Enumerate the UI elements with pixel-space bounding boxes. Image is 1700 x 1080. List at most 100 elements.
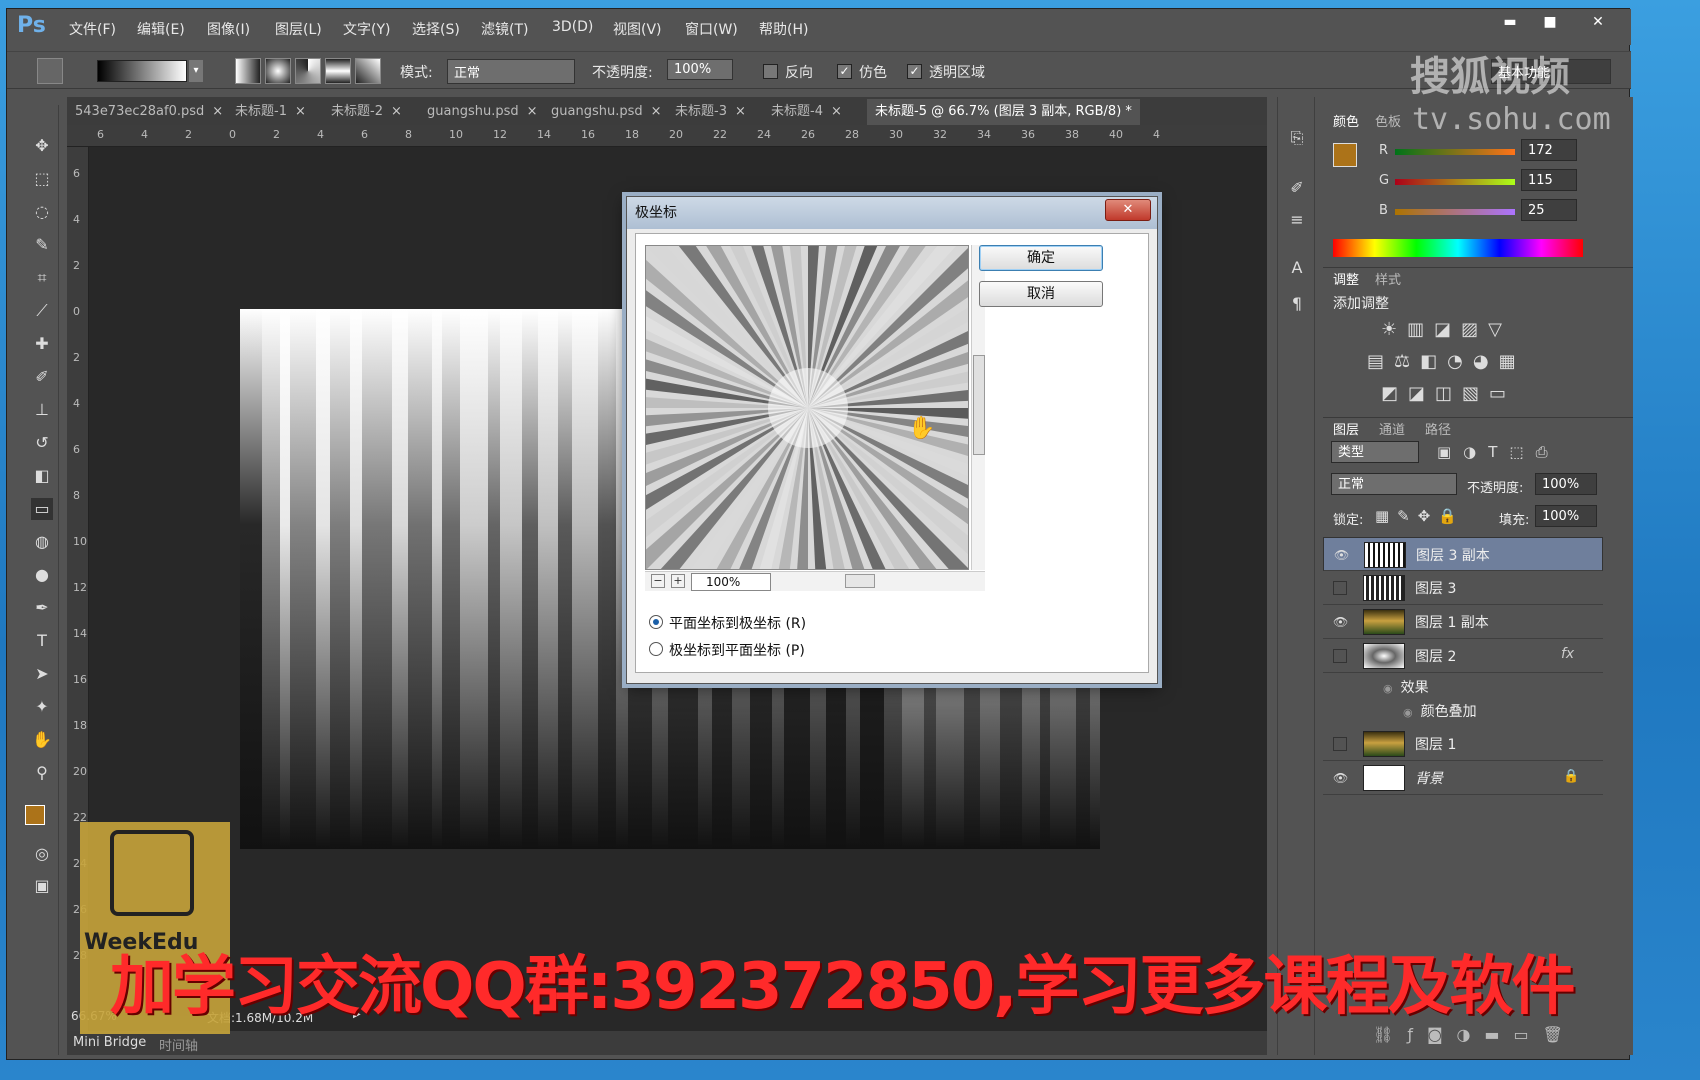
close-icon[interactable]: × xyxy=(212,104,223,119)
menu-select[interactable]: 选择(S) xyxy=(412,19,460,39)
lasso-tool-icon[interactable]: ◌ xyxy=(31,201,53,223)
hidden-visibility-box[interactable] xyxy=(1333,649,1347,663)
g-slider[interactable] xyxy=(1395,179,1515,185)
foreground-color-swatch[interactable] xyxy=(25,805,45,825)
close-icon[interactable]: × xyxy=(295,104,306,119)
eye-icon[interactable]: 👁 xyxy=(1333,615,1349,629)
hidden-visibility-box[interactable] xyxy=(1333,581,1347,595)
minimize-button[interactable]: ▬ xyxy=(1491,11,1529,33)
layer-opacity-field[interactable]: 100% xyxy=(1535,473,1597,495)
b-slider[interactable] xyxy=(1395,209,1515,215)
menu-file[interactable]: 文件(F) xyxy=(69,19,116,39)
layer-row[interactable]: 👁 背景 🔒 xyxy=(1323,761,1603,795)
menu-help[interactable]: 帮助(H) xyxy=(759,19,808,39)
blur-tool-icon[interactable]: ◍ xyxy=(31,531,53,553)
close-icon[interactable]: × xyxy=(527,104,538,119)
transparency-checkbox[interactable]: ✓ xyxy=(907,64,922,79)
screen-mode-icon[interactable]: ▣ xyxy=(31,875,53,897)
adjustment-icons-row2[interactable]: ▤⚖◧◔◕▦ xyxy=(1367,351,1526,372)
fx-badge[interactable]: fx xyxy=(1561,646,1574,662)
menu-filter[interactable]: 滤镜(T) xyxy=(481,19,528,39)
close-icon[interactable]: × xyxy=(735,104,746,119)
zoom-in-button[interactable]: + xyxy=(671,574,685,588)
close-icon[interactable]: × xyxy=(391,104,402,119)
color-spectrum-bar[interactable] xyxy=(1333,239,1583,257)
gradient-dropdown-icon[interactable]: ▾ xyxy=(189,60,203,82)
stamp-tool-icon[interactable]: ⊥ xyxy=(31,399,53,421)
linear-gradient-icon[interactable] xyxy=(235,58,261,84)
scrollbar-thumb[interactable] xyxy=(973,355,985,455)
fill-field[interactable]: 100% xyxy=(1535,505,1597,527)
tab-channels[interactable]: 通道 xyxy=(1379,419,1405,438)
paragraph-panel-icon[interactable]: ¶ xyxy=(1286,293,1308,315)
tab-adjustments[interactable]: 调整 xyxy=(1333,269,1359,288)
menu-window[interactable]: 窗口(W) xyxy=(685,19,738,39)
eraser-tool-icon[interactable]: ◧ xyxy=(31,465,53,487)
adjustment-icons-row3[interactable]: ◩◪◫▧▭ xyxy=(1381,383,1516,404)
quick-select-tool-icon[interactable]: ✎ xyxy=(31,234,53,256)
crop-tool-icon[interactable]: ⌗ xyxy=(31,267,53,289)
tab-swatches[interactable]: 色板 xyxy=(1375,111,1401,130)
r-slider[interactable] xyxy=(1395,149,1515,155)
hand-tool-icon[interactable]: ✋ xyxy=(31,729,53,751)
tab-doc-2[interactable]: 未标题-1 × xyxy=(235,99,306,125)
diamond-gradient-icon[interactable] xyxy=(355,58,381,84)
quick-mask-icon[interactable]: ◎ xyxy=(31,843,53,865)
cancel-button[interactable]: 取消 xyxy=(979,281,1103,307)
dither-checkbox[interactable]: ✓ xyxy=(837,64,852,79)
g-field[interactable]: 115 xyxy=(1521,169,1577,191)
reverse-checkbox[interactable] xyxy=(763,64,778,79)
hidden-visibility-box[interactable] xyxy=(1333,737,1347,751)
maximize-button[interactable]: ■ xyxy=(1531,11,1569,33)
h-scrollbar-thumb[interactable] xyxy=(845,574,875,588)
menu-image[interactable]: 图像(I) xyxy=(207,19,250,39)
filter-preview[interactable]: ✋ xyxy=(645,245,969,570)
gradient-preview[interactable] xyxy=(97,60,187,82)
menu-layer[interactable]: 图层(L) xyxy=(275,19,322,39)
move-tool-icon[interactable]: ✥ xyxy=(31,135,53,157)
close-icon[interactable]: × xyxy=(651,104,662,119)
layer-row[interactable]: 图层 1 xyxy=(1323,727,1603,761)
shape-tool-icon[interactable]: ✦ xyxy=(31,696,53,718)
eyedropper-tool-icon[interactable]: ⟋ xyxy=(31,300,53,322)
tab-doc-5[interactable]: guangshu.psd × xyxy=(551,99,662,125)
tab-doc-6[interactable]: 未标题-3 × xyxy=(675,99,746,125)
properties-panel-icon[interactable]: ≡ xyxy=(1286,209,1308,231)
healing-tool-icon[interactable]: ✚ xyxy=(31,333,53,355)
zoom-out-button[interactable]: − xyxy=(651,574,665,588)
adjustment-icons-row1[interactable]: ☀▥◪▨▽ xyxy=(1381,319,1512,340)
close-button[interactable]: ✕ xyxy=(1579,11,1617,33)
eye-icon[interactable]: ◉ xyxy=(1403,706,1413,719)
blend-mode-select[interactable]: 正常 xyxy=(1331,473,1457,495)
marquee-tool-icon[interactable]: ⬚ xyxy=(31,168,53,190)
rect-to-polar-label[interactable]: 平面坐标到极坐标 (R) xyxy=(669,613,806,633)
tab-doc-3[interactable]: 未标题-2 × xyxy=(331,99,402,125)
zoom-level-field[interactable]: 100% xyxy=(691,573,771,591)
zoom-tool-icon[interactable]: ⚲ xyxy=(31,762,53,784)
layer-row[interactable]: 图层 2 fx xyxy=(1323,639,1603,673)
radial-gradient-icon[interactable] xyxy=(265,58,291,84)
history-brush-icon[interactable]: ↺ xyxy=(31,432,53,454)
tab-styles[interactable]: 样式 xyxy=(1375,269,1401,288)
layer-filter-select[interactable]: 类型 xyxy=(1331,441,1419,463)
pen-tool-icon[interactable]: ✒ xyxy=(31,597,53,619)
menu-edit[interactable]: 编辑(E) xyxy=(137,19,185,39)
eye-icon[interactable]: 👁 xyxy=(1333,771,1349,785)
gradient-tool-preset-icon[interactable] xyxy=(37,58,63,84)
tab-layers[interactable]: 图层 xyxy=(1333,419,1359,438)
type-tool-icon[interactable]: T xyxy=(31,630,53,652)
reflected-gradient-icon[interactable] xyxy=(325,58,351,84)
polar-to-rect-radio[interactable] xyxy=(649,642,663,656)
gradient-tool-icon[interactable]: ▭ xyxy=(31,498,53,520)
tab-doc-active[interactable]: 未标题-5 @ 66.7% (图层 3 副本, RGB/8) * xyxy=(867,99,1140,125)
tab-doc-7[interactable]: 未标题-4 × xyxy=(771,99,842,125)
layer-row[interactable]: 👁 图层 3 副本 xyxy=(1323,537,1603,571)
lock-icons[interactable]: ▦✎✥🔒 xyxy=(1375,507,1465,525)
layer-row[interactable]: 图层 3 xyxy=(1323,571,1603,605)
dialog-close-button[interactable]: ✕ xyxy=(1105,199,1151,221)
b-field[interactable]: 25 xyxy=(1521,199,1577,221)
menu-view[interactable]: 视图(V) xyxy=(613,19,662,39)
close-icon[interactable]: × xyxy=(831,104,842,119)
fg-color-swatch[interactable] xyxy=(1333,143,1357,167)
history-panel-icon[interactable]: ⎘ xyxy=(1286,127,1308,149)
